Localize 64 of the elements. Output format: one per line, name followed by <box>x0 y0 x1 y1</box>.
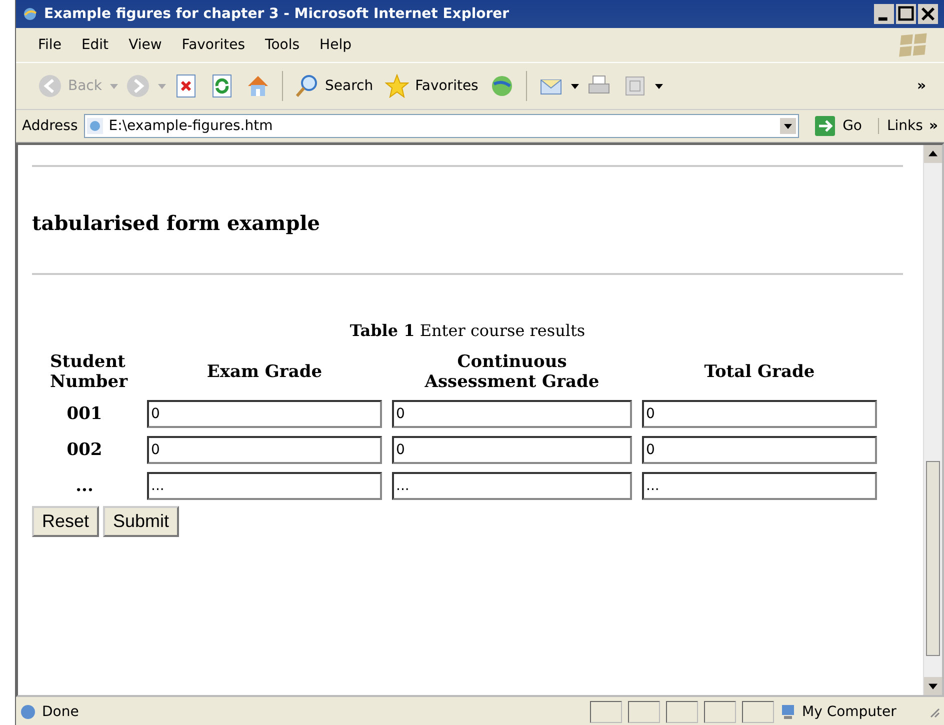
dropdown-caret-icon[interactable] <box>780 118 796 134</box>
grade-field[interactable]: ... <box>147 472 382 500</box>
caret-icon[interactable] <box>571 84 580 88</box>
grade-field[interactable]: 0 <box>147 400 382 428</box>
column-header: Student Number <box>49 352 129 392</box>
grade-field[interactable]: 0 <box>642 400 877 428</box>
home-icon[interactable] <box>246 74 270 98</box>
menu-item[interactable]: View <box>120 35 170 55</box>
page-icon <box>86 118 103 134</box>
scrollbar[interactable] <box>923 145 942 695</box>
close-icon[interactable] <box>918 4 938 24</box>
menu-item[interactable]: Tools <box>257 35 308 55</box>
form-button[interactable]: Reset <box>32 506 100 537</box>
student-number: ... <box>74 476 94 496</box>
grade-field[interactable]: 0 <box>147 436 382 464</box>
scroll-thumb[interactable] <box>926 461 940 656</box>
grade-field[interactable]: 0 <box>642 436 877 464</box>
minimize-icon[interactable] <box>874 4 894 24</box>
grade-field[interactable]: 0 <box>392 400 632 428</box>
column-header: Exam Grade <box>206 362 324 382</box>
favorites-button[interactable]: Favorites <box>381 72 482 100</box>
menu-item[interactable]: Favorites <box>174 35 254 55</box>
refresh-icon[interactable] <box>210 74 234 98</box>
status-panel <box>628 701 660 723</box>
maximize-icon[interactable] <box>896 4 916 24</box>
caret-icon[interactable] <box>655 84 664 88</box>
zone-text: My Computer <box>802 704 898 720</box>
scroll-up-icon[interactable] <box>924 145 942 163</box>
status-text: Done <box>42 704 79 720</box>
browser-icon <box>22 6 38 22</box>
address-label: Address <box>22 118 78 134</box>
menu-item[interactable]: File <box>30 35 70 55</box>
grade-field[interactable]: ... <box>392 472 632 500</box>
more-button[interactable]: » <box>916 78 926 94</box>
stop-icon[interactable] <box>174 74 198 98</box>
status-panel <box>704 701 736 723</box>
form-button[interactable]: Submit <box>103 506 180 537</box>
address-field[interactable]: E:\example-figures.htm <box>84 114 799 138</box>
window-title: Example figures for chapter 3 - Microsoft Internet Explorer <box>44 6 510 22</box>
student-number: 001 <box>66 404 104 424</box>
status-panel <box>742 701 774 723</box>
menu-item[interactable]: Help <box>312 35 360 55</box>
grade-field[interactable]: 0 <box>392 436 632 464</box>
grade-field[interactable]: ... <box>642 472 877 500</box>
student-number: 002 <box>66 440 104 460</box>
status-panel <box>590 701 622 723</box>
page-heading: tabularised form example <box>32 211 322 235</box>
go-button[interactable]: Go <box>804 116 872 136</box>
resize-grip-icon[interactable] <box>928 706 940 718</box>
status-panel <box>666 701 698 723</box>
globe-icon[interactable] <box>490 74 514 98</box>
column-header: Continuous Assessment Grade <box>424 352 600 392</box>
column-header: Total Grade <box>703 362 816 382</box>
search-icon <box>295 74 319 98</box>
window-icon[interactable] <box>623 74 648 98</box>
page-icon <box>20 704 36 720</box>
scroll-down-icon[interactable] <box>924 677 942 695</box>
links-button[interactable]: Links <box>878 118 923 134</box>
computer-icon <box>780 704 796 720</box>
table-caption: Table 1 Enter course results <box>348 321 586 340</box>
search-button[interactable]: Search <box>291 72 378 100</box>
star-icon <box>385 74 410 98</box>
menu-item[interactable]: Edit <box>73 35 117 55</box>
more-button[interactable]: » <box>928 118 938 134</box>
